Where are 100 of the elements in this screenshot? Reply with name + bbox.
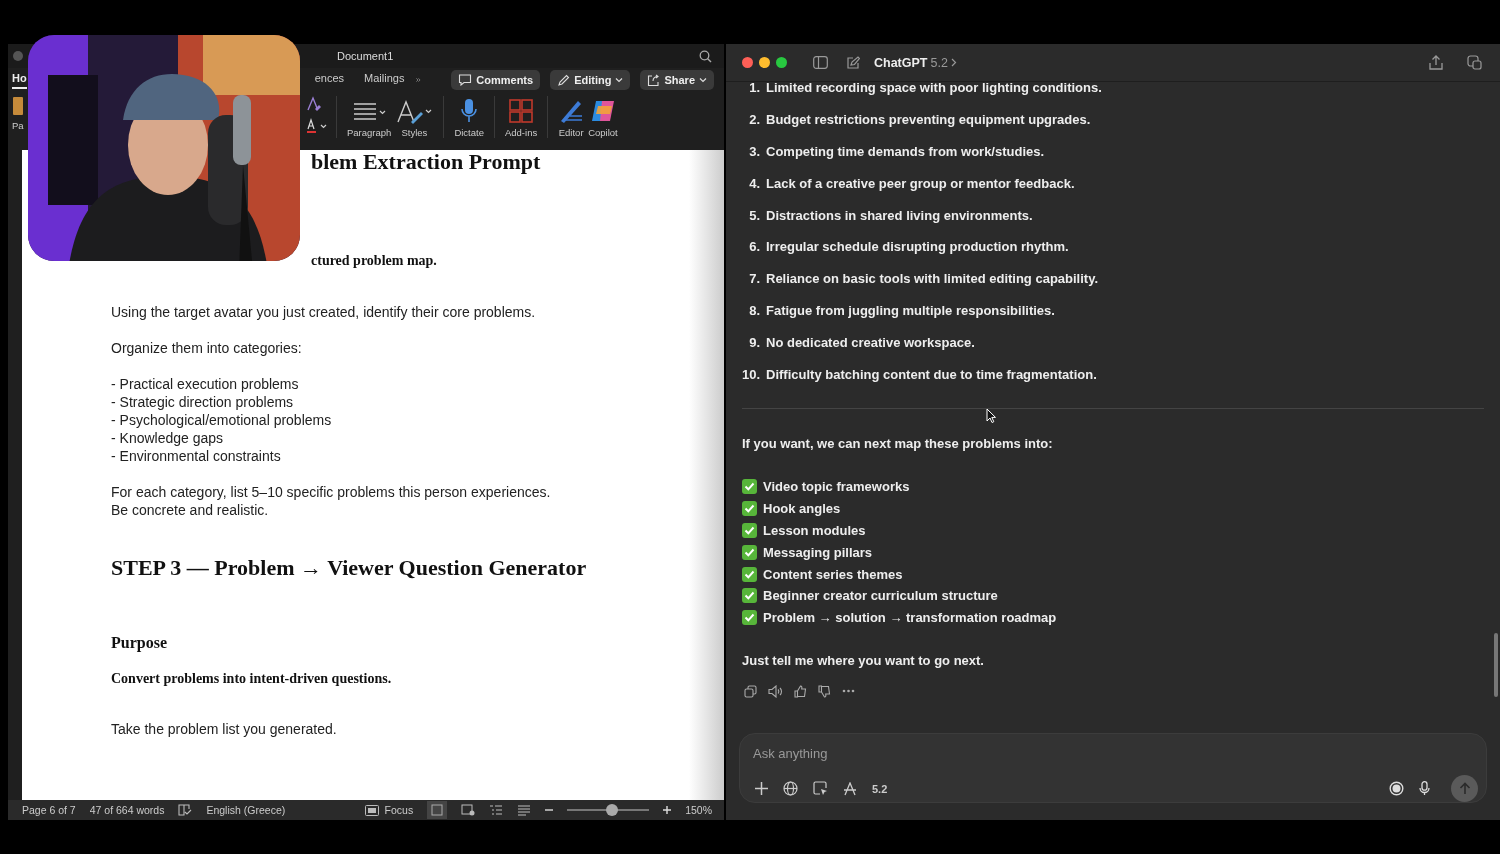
globe-icon[interactable] [783,781,798,796]
share-icon[interactable] [1429,55,1443,70]
document-text: blem Extraction Prompt [311,150,542,174]
minimize-button[interactable] [759,57,770,68]
new-window-icon[interactable] [1467,55,1482,70]
model-chip[interactable]: 5.2 [872,782,888,795]
document-text: - Practical execution problems [111,375,300,393]
voice-mode-icon[interactable] [1389,781,1404,796]
list-item-text: Budget restrictions preventing equipment upgrades. [766,112,1091,128]
addins-button[interactable]: Add-ins [502,96,540,138]
focus-button[interactable]: Focus [364,804,414,816]
word-count[interactable]: 47 of 664 words [89,804,165,816]
list-number: 3. [748,144,760,159]
check-icon [742,522,757,538]
ribbon-tab[interactable]: Ho [12,71,27,89]
list-item-text: Hook angles [763,501,841,517]
thumbs-up-icon[interactable] [794,684,807,698]
list-number: 6. [748,239,760,255]
more-icon[interactable] [842,689,855,694]
list-number: 1. [748,82,760,96]
document-text: - Strategic direction problems [111,393,295,411]
clear-format-icon[interactable] [306,96,322,112]
list-item-text: Fatigue from juggling multiple responsibilities. [766,302,1055,318]
zoom-slider[interactable] [606,804,619,816]
message-text: If you want, we can next map these problems into: [742,434,1054,453]
caret-icon [615,77,624,83]
document-text: Purpose [111,633,168,654]
list-item-text: Competing time demands from work/studies. [766,144,1045,159]
pencil-icon [557,73,571,87]
focus-icon [364,804,379,816]
zoom-percent[interactable]: 150% [685,804,712,816]
list-item-text: No dedicated creative workspace. [766,334,975,350]
model-selector[interactable]: ChatGPT 5.2 [874,55,957,70]
list-number: 4. [748,175,760,191]
list-number: 5. [748,207,760,223]
copilot-logo-icon [589,98,616,124]
microphone-icon [459,98,480,124]
list-item-text: Limited recording space with poor lighting conditions. [766,82,1102,96]
sidebar-icon[interactable] [813,56,828,69]
paragraph-button[interactable]: Paragraph [345,96,394,138]
comments-button[interactable]: Comments [451,70,541,90]
list-item-text: Content series themes [763,566,903,582]
list-item-text: Irregular schedule disrupting production rhythm. [766,239,1069,255]
zoom-in-icon[interactable] [663,806,672,814]
scrollbar[interactable] [1494,633,1498,697]
message-text: Just tell me where you want to go next. [742,651,985,670]
proofing-icon[interactable] [178,804,193,816]
speaker-icon[interactable] [768,684,783,698]
zoom-out-icon[interactable] [545,806,554,814]
language-label[interactable]: English (Greece) [206,804,286,816]
document-text: - Environmental constraints [111,447,282,465]
share-icon [647,73,661,87]
draft-icon[interactable] [517,804,532,816]
image-select-icon[interactable] [813,781,828,796]
list-item-text: Beginner creator curriculum structure [763,588,998,604]
window-title: Document1 [337,50,394,62]
copy-icon[interactable] [744,684,757,698]
close-button[interactable] [742,57,753,68]
thumbs-down-icon[interactable] [818,684,831,698]
outline-icon[interactable] [489,804,504,816]
more-tabs-icon[interactable] [416,75,422,85]
web-layout-icon[interactable] [461,804,476,816]
ribbon-tab[interactable]: ences [314,71,345,89]
document-text: Using the target avatar you just created, identify their core problems. [111,303,537,321]
copilot-button[interactable]: Copilot [586,96,620,138]
styles-button[interactable]: Styles [393,96,436,138]
editing-button[interactable]: Editing [550,70,631,90]
document-text: For each category, list 5–10 specific problems this person experiences. [111,483,552,501]
page-count[interactable]: Page 6 of 7 [22,804,76,816]
list-item-text: Difficulty batching content due to time fragmentation. [766,366,1097,382]
check-icon [742,588,757,604]
apps-icon[interactable] [843,781,857,796]
document-text: Be concrete and realistic. [111,501,270,519]
print-layout-button[interactable] [427,801,448,819]
search-icon[interactable] [699,49,712,63]
list-number: 2. [748,112,760,128]
paste-button[interactable]: Pa [12,96,24,131]
document-text: Take the problem list you generated. [111,720,338,738]
font-color-icon[interactable] [306,118,328,134]
clipboard-icon [12,96,24,116]
editor-button[interactable]: Editor [556,96,587,138]
document-text: ctured problem map. [311,252,438,270]
caret-icon [699,77,707,83]
message-input[interactable]: Ask anything 5.2 [739,733,1487,803]
compose-icon[interactable] [846,55,860,70]
ribbon-tab[interactable]: Mailings [364,71,405,89]
list-item-text: Video topic frameworks [763,479,910,495]
microphone-icon[interactable] [1419,781,1430,796]
pointer-icon [986,408,996,423]
check-icon [742,610,757,626]
styles-icon [395,100,434,124]
list-number: 7. [748,271,760,287]
document-text: - Knowledge gaps [111,429,225,447]
list-item-text: Lack of a creative peer group or mentor feedback. [766,175,1075,191]
speech-bubble-icon [458,74,473,86]
zoom-button[interactable] [776,57,787,68]
plus-icon[interactable] [755,782,768,795]
share-button[interactable]: Share [640,70,714,90]
document-text: - Psychological/emotional problems [111,411,333,429]
dictate-button[interactable]: Dictate [452,96,486,138]
